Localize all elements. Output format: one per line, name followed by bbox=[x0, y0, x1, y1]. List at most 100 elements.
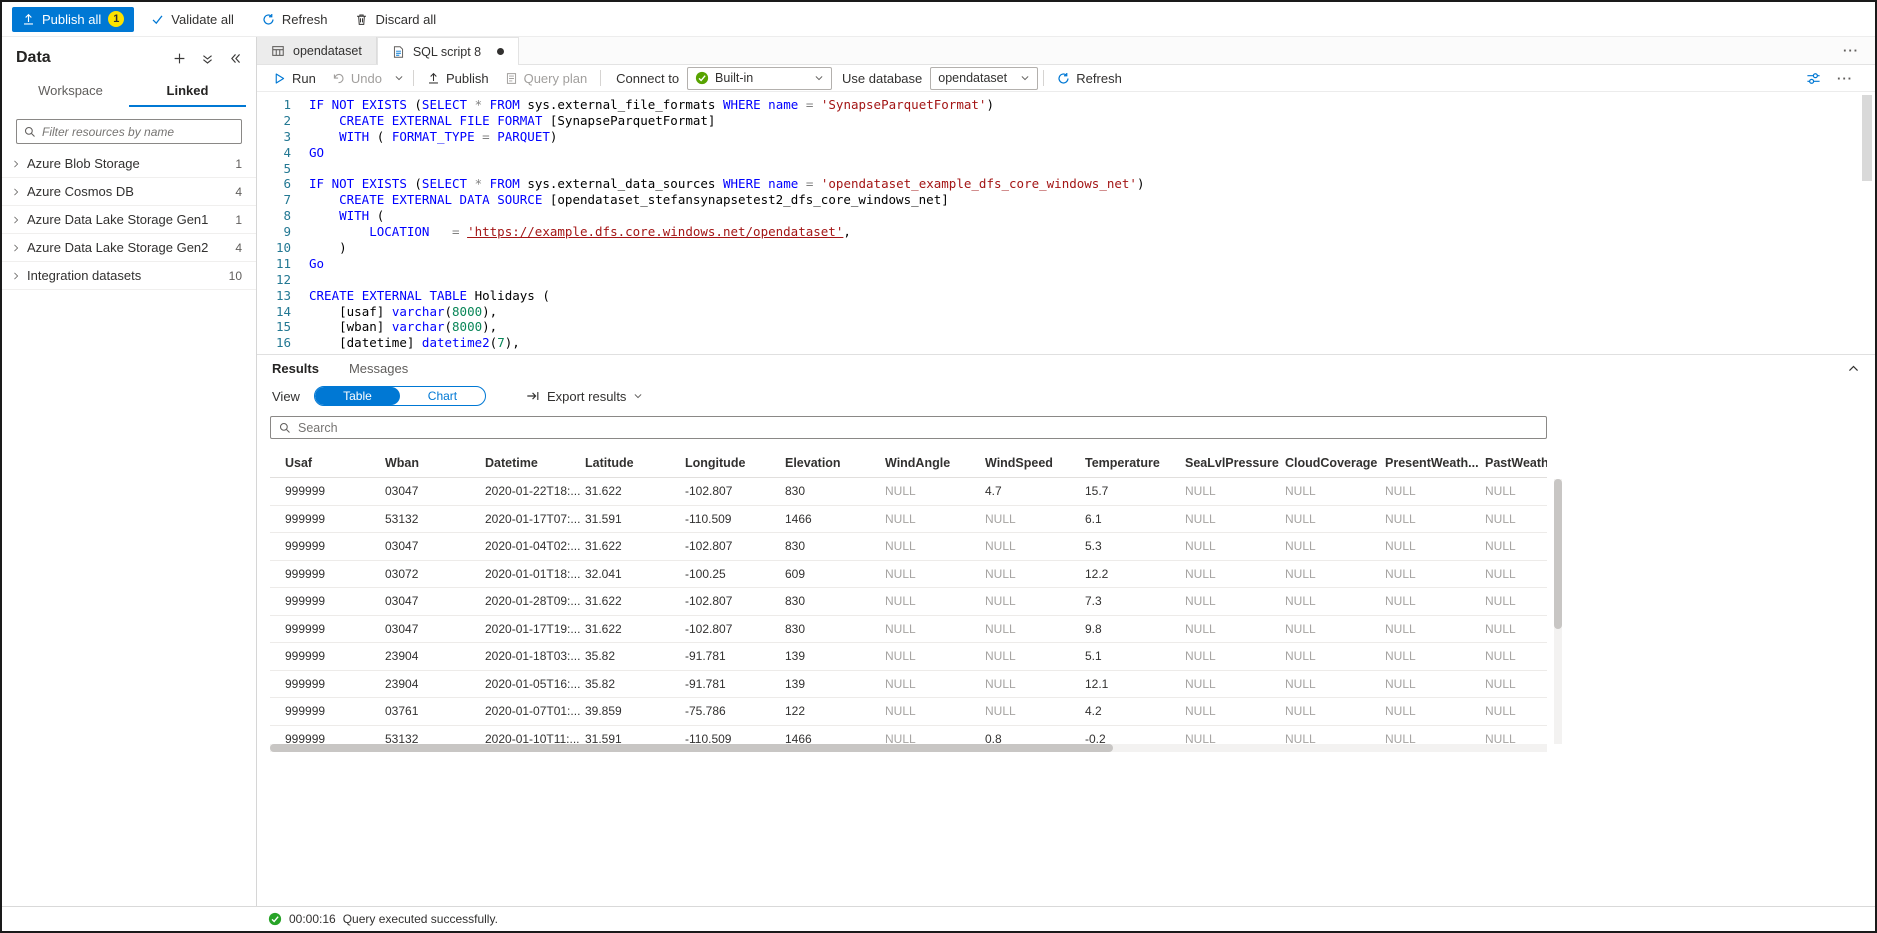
sidebar-item-azure-cosmos-db[interactable]: Azure Cosmos DB4 bbox=[2, 178, 256, 206]
table-cell: 5.3 bbox=[1085, 539, 1185, 553]
results-grid-viewport: UsafWbanDatetimeLatitudeLongitudeElevati… bbox=[270, 448, 1547, 752]
use-database-dropdown[interactable]: opendataset bbox=[930, 67, 1038, 90]
refresh-button[interactable]: Refresh bbox=[251, 6, 339, 32]
code-line: 1IF NOT EXISTS (SELECT * FROM sys.extern… bbox=[257, 97, 1875, 113]
toolbar-separator bbox=[413, 70, 414, 86]
table-row[interactable]: 999999239042020-01-05T16:...35.82-91.781… bbox=[270, 671, 1547, 699]
table-cell: NULL bbox=[1285, 677, 1385, 691]
grid-vertical-scrollbar[interactable] bbox=[1554, 479, 1562, 744]
collapse-panel-icon[interactable] bbox=[229, 52, 242, 65]
column-header-presentweath[interactable]: PresentWeath... bbox=[1385, 456, 1485, 470]
column-header-longitude[interactable]: Longitude bbox=[685, 456, 785, 470]
grid-horizontal-scrollbar[interactable] bbox=[270, 744, 1547, 752]
table-cell: -91.781 bbox=[685, 649, 785, 663]
checkmark-icon bbox=[151, 13, 164, 26]
table-row[interactable]: 999999030472020-01-04T02:...31.622-102.8… bbox=[270, 533, 1547, 561]
column-header-windangle[interactable]: WindAngle bbox=[885, 456, 985, 470]
code-text: LOCATION = 'https://example.dfs.core.win… bbox=[291, 224, 851, 240]
table-cell: 999999 bbox=[285, 594, 385, 608]
code-line: 13CREATE EXTERNAL TABLE Holidays ( bbox=[257, 288, 1875, 304]
table-cell: NULL bbox=[885, 567, 985, 581]
code-text: GO bbox=[291, 145, 324, 161]
line-number: 6 bbox=[257, 176, 291, 192]
table-cell: NULL bbox=[1185, 594, 1285, 608]
editor-scrollbar[interactable] bbox=[1862, 95, 1872, 181]
column-header-datetime[interactable]: Datetime bbox=[485, 456, 585, 470]
column-header-latitude[interactable]: Latitude bbox=[585, 456, 685, 470]
collapse-results-chevron-up-icon[interactable] bbox=[1847, 362, 1860, 375]
editor-settings-sliders-icon[interactable] bbox=[1806, 71, 1821, 86]
tab-workspace[interactable]: Workspace bbox=[12, 75, 129, 107]
scrollbar-thumb[interactable] bbox=[270, 744, 1113, 752]
refresh-icon bbox=[1057, 72, 1070, 85]
table-cell: NULL bbox=[1485, 484, 1547, 498]
table-cell: NULL bbox=[1485, 539, 1547, 553]
undo-dropdown-chevron-icon[interactable] bbox=[390, 73, 408, 83]
publish-all-button[interactable]: Publish all 1 bbox=[12, 7, 134, 32]
filter-input[interactable] bbox=[42, 125, 234, 139]
tab-linked[interactable]: Linked bbox=[129, 75, 246, 107]
refresh-label: Refresh bbox=[282, 12, 328, 27]
table-cell: NULL bbox=[1185, 649, 1285, 663]
column-header-sealvlpressure[interactable]: SeaLvlPressure bbox=[1185, 456, 1285, 470]
table-cell: NULL bbox=[1185, 622, 1285, 636]
table-row[interactable]: 999999531322020-01-17T07:...31.591-110.5… bbox=[270, 506, 1547, 534]
editor-lines: 1IF NOT EXISTS (SELECT * FROM sys.extern… bbox=[257, 97, 1875, 351]
sidebar-item-integration-datasets[interactable]: Integration datasets10 bbox=[2, 262, 256, 290]
validate-all-button[interactable]: Validate all bbox=[140, 6, 245, 32]
results-search-input[interactable] bbox=[298, 421, 1538, 435]
table-cell: -102.807 bbox=[685, 539, 785, 553]
column-header-elevation[interactable]: Elevation bbox=[785, 456, 885, 470]
column-header-usaf[interactable]: Usaf bbox=[285, 456, 385, 470]
undo-button[interactable]: Undo bbox=[324, 66, 390, 90]
top-command-bar: Publish all 1 Validate all Refresh Disca… bbox=[2, 2, 1875, 37]
table-cell: 2020-01-18T03:... bbox=[485, 649, 585, 663]
refresh-database-button[interactable]: Refresh bbox=[1049, 66, 1130, 90]
discard-all-button[interactable]: Discard all bbox=[344, 6, 447, 32]
table-cell: 2020-01-17T19:... bbox=[485, 622, 585, 636]
scrollbar-thumb[interactable] bbox=[1554, 479, 1562, 629]
tab-results[interactable]: Results bbox=[272, 361, 319, 376]
code-text: CREATE EXTERNAL FILE FORMAT [SynapseParq… bbox=[291, 113, 715, 129]
collapse-all-icon[interactable] bbox=[201, 52, 214, 65]
table-row[interactable]: 999999037612020-01-07T01:...39.859-75.78… bbox=[270, 698, 1547, 726]
chevron-right-icon bbox=[11, 159, 21, 169]
column-header-temperature[interactable]: Temperature bbox=[1085, 456, 1185, 470]
column-header-pastweathe[interactable]: PastWeathe bbox=[1485, 456, 1547, 470]
view-toggle-chart[interactable]: Chart bbox=[400, 387, 485, 405]
publish-icon bbox=[22, 13, 35, 26]
publish-script-button[interactable]: Publish bbox=[419, 66, 497, 90]
chevron-down-icon bbox=[814, 73, 824, 83]
column-header-wban[interactable]: Wban bbox=[385, 456, 485, 470]
sidebar-item-azure-blob-storage[interactable]: Azure Blob Storage1 bbox=[2, 150, 256, 178]
add-icon[interactable] bbox=[173, 52, 186, 65]
table-cell: 03047 bbox=[385, 622, 485, 636]
code-line: 15 [wban] varchar(8000), bbox=[257, 319, 1875, 335]
column-header-windspeed[interactable]: WindSpeed bbox=[985, 456, 1085, 470]
table-row[interactable]: 999999030472020-01-28T09:...31.622-102.8… bbox=[270, 588, 1547, 616]
connect-to-dropdown[interactable]: Built-in bbox=[687, 67, 832, 90]
more-tabs-ellipsis-icon[interactable]: ··· bbox=[1843, 43, 1875, 58]
tab-messages[interactable]: Messages bbox=[349, 361, 408, 376]
table-row[interactable]: 999999030472020-01-17T19:...31.622-102.8… bbox=[270, 616, 1547, 644]
code-line: 12 bbox=[257, 272, 1875, 288]
view-toggle-table[interactable]: Table bbox=[315, 387, 400, 405]
query-plan-button[interactable]: Query plan bbox=[497, 66, 596, 90]
column-header-cloudcoverage[interactable]: CloudCoverage bbox=[1285, 456, 1385, 470]
search-icon bbox=[279, 422, 291, 434]
sidebar-item-azure-data-lake-storage-gen1[interactable]: Azure Data Lake Storage Gen11 bbox=[2, 206, 256, 234]
table-cell: NULL bbox=[885, 594, 985, 608]
line-number: 7 bbox=[257, 192, 291, 208]
tab-sql-script-8[interactable]: SQL script 8 bbox=[377, 37, 519, 65]
table-row[interactable]: 999999239042020-01-18T03:...35.82-91.781… bbox=[270, 643, 1547, 671]
publish-label: Publish bbox=[446, 71, 489, 86]
tab-opendataset[interactable]: opendataset bbox=[257, 37, 377, 64]
table-row[interactable]: 999999030472020-01-22T18:...31.622-102.8… bbox=[270, 478, 1547, 506]
more-actions-ellipsis-icon[interactable]: ··· bbox=[1837, 71, 1853, 86]
run-button[interactable]: Run bbox=[265, 66, 324, 90]
refresh-icon bbox=[262, 13, 275, 26]
sql-editor[interactable]: 1IF NOT EXISTS (SELECT * FROM sys.extern… bbox=[257, 92, 1875, 354]
table-row[interactable]: 999999030722020-01-01T18:...32.041-100.2… bbox=[270, 561, 1547, 589]
export-results-button[interactable]: Export results bbox=[526, 389, 643, 404]
sidebar-item-azure-data-lake-storage-gen2[interactable]: Azure Data Lake Storage Gen24 bbox=[2, 234, 256, 262]
